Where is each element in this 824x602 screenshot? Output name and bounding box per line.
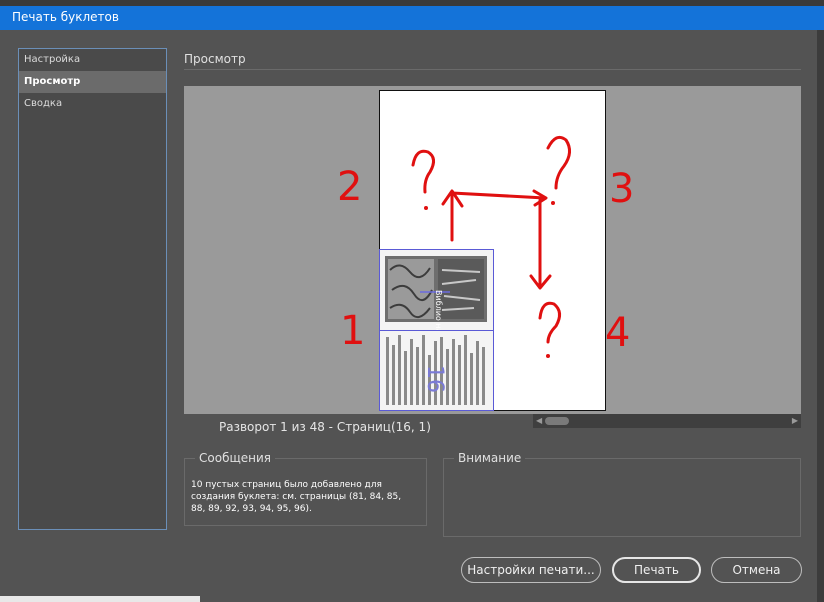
dialog-titlebar: Печать буклетов bbox=[0, 6, 824, 30]
preview-sheet: Виблио на ... 16 bbox=[379, 90, 606, 411]
scroll-left-icon[interactable]: ◀ bbox=[536, 416, 542, 425]
warning-group: Внимание bbox=[443, 451, 801, 537]
preview-scrollbar[interactable]: ◀ ▶ bbox=[533, 414, 801, 428]
page-thumbnail-top: Виблио на ... bbox=[379, 249, 494, 344]
sidebar-nav: Настройка Просмотр Сводка bbox=[18, 48, 167, 530]
sidebar-item-setup[interactable]: Настройка bbox=[19, 49, 166, 71]
scroll-right-icon[interactable]: ▶ bbox=[792, 416, 798, 425]
page-thumbnail-bottom: 16 bbox=[379, 330, 494, 411]
spread-label: Разворот 1 из 48 - Страниц(16, 1) bbox=[219, 420, 431, 434]
page-top-caption: Виблио на ... bbox=[434, 290, 443, 330]
sidebar-item-summary[interactable]: Сводка bbox=[19, 93, 166, 115]
print-settings-button[interactable]: Настройки печати... bbox=[461, 557, 601, 583]
page-image-top: Виблио на ... bbox=[385, 256, 487, 344]
warning-label: Внимание bbox=[454, 451, 526, 465]
messages-label: Сообщения bbox=[195, 451, 276, 465]
messages-group: Сообщения 10 пустых страниц было добавле… bbox=[184, 451, 427, 526]
window-edge bbox=[817, 30, 824, 602]
cancel-button[interactable]: Отмена bbox=[711, 557, 802, 583]
scroll-thumb[interactable] bbox=[545, 417, 569, 425]
section-divider bbox=[184, 69, 801, 70]
background-app-remnant bbox=[0, 596, 200, 602]
page-bottom-number: 16 bbox=[422, 365, 447, 393]
page-image-bottom: 16 bbox=[386, 335, 485, 405]
print-button[interactable]: Печать bbox=[612, 557, 701, 583]
sidebar-item-preview[interactable]: Просмотр bbox=[19, 71, 166, 93]
section-title: Просмотр bbox=[184, 52, 246, 66]
messages-text: 10 пустых страниц было добавлено для соз… bbox=[191, 480, 402, 514]
dialog-title: Печать буклетов bbox=[12, 10, 119, 24]
preview-area: Виблио на ... 16 bbox=[184, 86, 801, 414]
